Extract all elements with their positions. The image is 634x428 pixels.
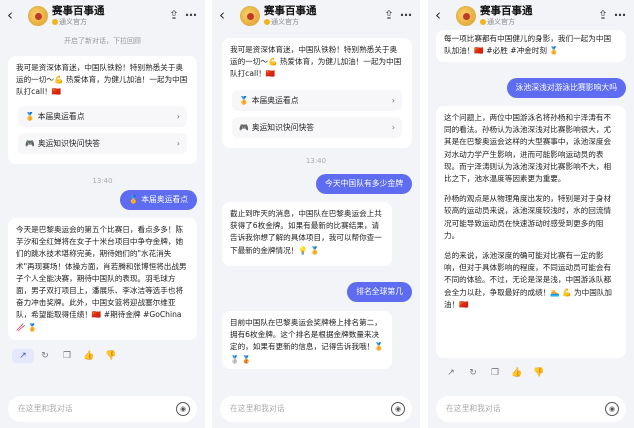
input-placeholder: 在这里和我对话: [18, 404, 73, 413]
answer-card: 目前中国队在巴黎奥运会奖牌榜上排名第二，拥有6枚金牌。这个排名是根据金牌数量来决…: [222, 311, 392, 369]
input-placeholder: 在这里和我对话: [446, 404, 501, 413]
subtitle-text: 通义官方: [487, 18, 515, 26]
header: ‹ 赛事百事通 通义官方 ⇪ ⋯: [0, 0, 205, 32]
voice-icon[interactable]: ◉: [605, 402, 619, 416]
intro-text: 我可是资深体育迷，中国队铁粉！特别熟悉关于奥运的一切～💪 热爱体育，为健儿加油！…: [230, 45, 402, 79]
chat-input[interactable]: 在这里和我对话 ◉: [220, 396, 412, 422]
chat-panel-1: ‹ 赛事百事通 通义官方 ⇪ ⋯ 开启了新对话，下拉回顾 我可是资深体育迷，中国…: [0, 0, 205, 428]
chevron-right-icon: ›: [391, 96, 395, 105]
message-actions: ↗ ↻ ❐ 👍 👎: [12, 349, 122, 363]
back-button[interactable]: ‹: [7, 7, 13, 23]
copy-icon[interactable]: ❐: [484, 366, 506, 380]
answer-card: 今天是巴黎奥运会的第五个比赛日，看点多多！陈芋汐和全红婵将在女子十米台项目中争夺…: [8, 218, 197, 340]
answer-text: 今天是巴黎奥运会的第五个比赛日，看点多多！陈芋汐和全红婵将在女子十米台项目中争夺…: [16, 225, 187, 332]
timestamp: 13:40: [92, 177, 113, 185]
app-avatar: [28, 6, 48, 26]
chat-panel-2: ‹ 赛事百事通 通义官方 ⇪ ⋯ 我可是资深体育迷，中国队铁粉！特别熟悉关于奥运…: [212, 0, 420, 428]
new-chat-notice: 开启了新对话，下拉回顾: [64, 37, 141, 45]
answer-text: 每一项比赛都有中国健儿的身影，我们一起为中国队加油！🇨🇳 #必胜 #冲金时刻 🏅: [444, 34, 612, 56]
copy-icon[interactable]: ❐: [56, 349, 78, 363]
app-subtitle: 通义官方: [264, 18, 299, 27]
thumbs-up-icon[interactable]: 👍: [506, 366, 528, 380]
user-message: 今天中国队有多少金牌: [316, 174, 412, 194]
intro-card: 我可是资深体育迷，中国队铁粉！特别熟悉关于奥运的一切～💪 热爱体育，为健儿加油！…: [8, 56, 197, 164]
timestamp: 13:40: [305, 157, 327, 165]
previous-answer-card: 每一项比赛都有中国健儿的身影，我们一起为中国队加油！🇨🇳 #必胜 #冲金时刻 🏅: [436, 30, 626, 62]
more-icon[interactable]: ⋯: [185, 8, 197, 22]
verified-icon: [52, 19, 58, 25]
app-subtitle: 通义官方: [52, 18, 87, 27]
share-icon[interactable]: ⇪: [169, 8, 179, 22]
answer-card: 这个问题上，两位中国游泳名将孙杨和宁泽涛有不同的看法。孙杨认为泳池深浅对比赛影响…: [436, 106, 626, 358]
chevron-right-icon: ›: [391, 123, 395, 132]
answer-paragraph: 这个问题上，两位中国游泳名将孙杨和宁泽涛有不同的看法。孙杨认为泳池深浅对比赛影响…: [444, 113, 612, 184]
answer-text: 目前中国队在巴黎奥运会奖牌榜上排名第二，拥有6枚金牌。这个排名是根据金牌数量来决…: [230, 318, 384, 364]
user-message-text: 本届奥运看点: [141, 195, 188, 204]
answer-paragraph: 孙杨的观点是从物理角度出发的，特别是对于身材较高的运动员来说，泳池深度较浅时，水…: [444, 194, 612, 240]
app-subtitle: 通义官方: [480, 18, 515, 27]
gamepad-icon: 🎮: [25, 139, 35, 148]
thumbs-down-icon[interactable]: 👎: [100, 349, 122, 363]
thumbs-up-icon[interactable]: 👍: [78, 349, 100, 363]
more-icon[interactable]: ⋯: [400, 8, 412, 22]
answer-card: 截止到昨天的消息，中国队在巴黎奥运会上共获得了6枚金牌。如果有最新的比赛结果，请…: [222, 202, 392, 266]
user-message: 🏅 本届奥运看点: [119, 190, 197, 210]
option-olympic-quiz[interactable]: 🎮 奥运知识快问快答 ›: [232, 117, 402, 138]
medal-icon: 🏅: [128, 195, 139, 204]
header: ‹ 赛事百事通 通义官方 ⇪ ⋯: [428, 0, 634, 32]
answer-paragraph: 总的来说，泳池深度的确可能对比赛有一定的影响，但对于具体影响的程度，不同运动员可…: [444, 251, 613, 309]
option-label: 本届奥运看点: [37, 112, 85, 121]
share-icon[interactable]: ⇪: [598, 8, 608, 22]
option-label: 本届奥运看点: [251, 96, 299, 105]
refresh-icon[interactable]: ↻: [34, 349, 56, 363]
app-avatar: [240, 6, 260, 26]
back-button[interactable]: ‹: [435, 7, 441, 23]
subtitle-text: 通义官方: [271, 18, 299, 26]
chat-input[interactable]: 在这里和我对话 ◉: [8, 396, 197, 422]
option-olympic-quiz[interactable]: 🎮 奥运知识快问快答 ›: [18, 133, 187, 154]
gamepad-icon: 🎮: [239, 123, 249, 132]
answer-text: 截止到昨天的消息，中国队在巴黎奥运会上共获得了6枚金牌。如果有最新的比赛结果，请…: [230, 209, 382, 255]
voice-icon[interactable]: ◉: [176, 402, 190, 416]
option-olympic-highlights[interactable]: 🏅 本届奥运看点 ›: [18, 106, 187, 127]
option-label: 奥运知识快问快答: [251, 123, 315, 132]
option-olympic-highlights[interactable]: 🏅 本届奥运看点 ›: [232, 90, 402, 111]
share-icon[interactable]: ↗: [12, 349, 34, 363]
intro-card: 我可是资深体育迷，中国队铁粉！特别熟悉关于奥运的一切～💪 热爱体育，为健儿加油！…: [222, 38, 412, 148]
share-icon[interactable]: ↗: [440, 366, 462, 380]
chevron-right-icon: ›: [176, 139, 180, 148]
chevron-right-icon: ›: [176, 112, 180, 121]
option-label: 奥运知识快问快答: [37, 139, 101, 148]
chat-input[interactable]: 在这里和我对话 ◉: [436, 396, 626, 422]
input-placeholder: 在这里和我对话: [230, 404, 285, 413]
medal-icon: 🏅: [239, 96, 249, 105]
user-message: 泳池深浅对游泳比赛影响大吗: [506, 78, 626, 98]
back-button[interactable]: ‹: [219, 7, 225, 23]
message-actions: ↗ ↻ ❐ 👍 👎: [440, 366, 550, 380]
share-icon[interactable]: ⇪: [384, 8, 394, 22]
subtitle-text: 通义官方: [59, 18, 87, 26]
voice-icon[interactable]: ◉: [391, 402, 405, 416]
refresh-icon[interactable]: ↻: [462, 366, 484, 380]
verified-icon: [480, 19, 486, 25]
chat-panel-3: ‹ 赛事百事通 通义官方 ⇪ ⋯ 每一项比赛都有中国健儿的身影，我们一起为中国队…: [428, 0, 634, 428]
header: ‹ 赛事百事通 通义官方 ⇪ ⋯: [212, 0, 420, 32]
app-title: 赛事百事通: [264, 5, 317, 17]
verified-icon: [264, 19, 270, 25]
user-message: 排名全球第几: [347, 282, 412, 302]
intro-text: 我可是资深体育迷，中国队铁粉！特别熟悉关于奥运的一切～💪 热爱体育，为健儿加油！…: [16, 63, 188, 97]
medal-icon: 🏅: [25, 112, 35, 121]
app-title: 赛事百事通: [52, 5, 105, 17]
app-title: 赛事百事通: [480, 5, 533, 17]
thumbs-down-icon[interactable]: 👎: [528, 366, 550, 380]
app-avatar: [456, 6, 476, 26]
more-icon[interactable]: ⋯: [614, 8, 626, 22]
